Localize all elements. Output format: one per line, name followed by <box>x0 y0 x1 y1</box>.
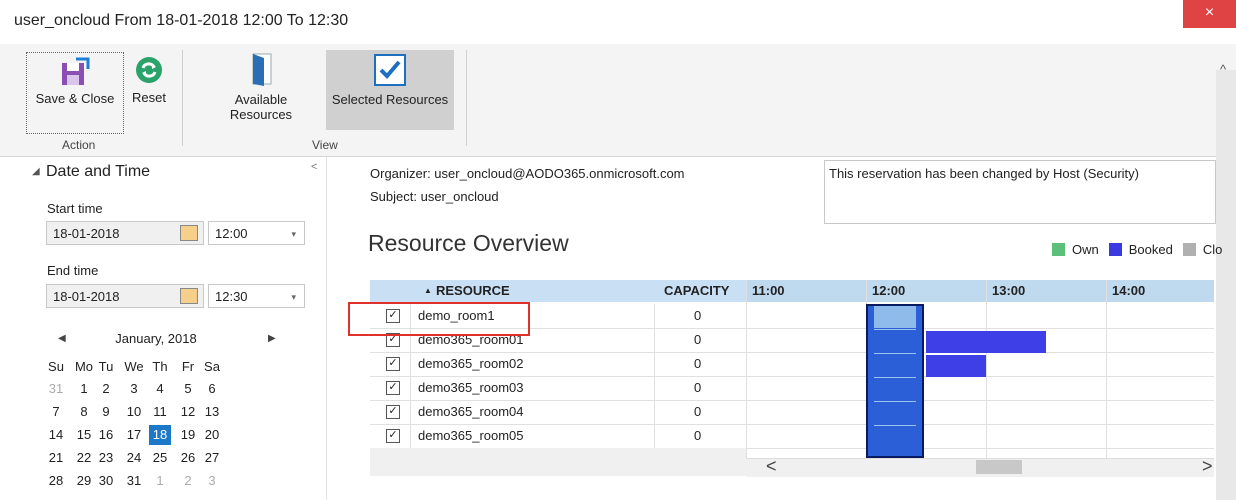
resource-name: demo365_room03 <box>418 380 524 395</box>
booked-bar <box>926 355 986 377</box>
column-divider <box>1106 280 1107 458</box>
scroll-left-button[interactable]: < <box>766 456 777 477</box>
resource-capacity: 0 <box>694 404 702 419</box>
slot-divider <box>874 401 916 402</box>
row-checkbox[interactable]: ✓ <box>386 405 400 419</box>
column-divider <box>654 304 655 448</box>
row-checkbox[interactable]: ✓ <box>386 357 400 371</box>
column-divider <box>866 280 867 304</box>
resource-name: demo365_room05 <box>418 428 524 443</box>
resource-name: demo365_room04 <box>418 404 524 419</box>
resource-capacity: 0 <box>694 356 702 371</box>
resource-capacity: 0 <box>694 428 702 443</box>
slot-divider <box>874 353 916 354</box>
column-divider <box>986 280 987 458</box>
row-checkbox[interactable]: ✓ <box>386 381 400 395</box>
resource-capacity: 0 <box>694 332 702 347</box>
selected-time-slot-highlight <box>874 306 916 328</box>
scroll-right-button[interactable]: > <box>1202 456 1213 477</box>
slot-lines <box>0 0 916 426</box>
highlight-box <box>348 302 530 336</box>
row-checkbox[interactable]: ✓ <box>386 429 400 443</box>
slot-divider <box>874 329 916 330</box>
scroll-thumb[interactable] <box>976 460 1022 474</box>
booked-bar <box>926 331 1046 353</box>
resource-capacity: 0 <box>694 308 702 323</box>
slot-divider <box>874 425 916 426</box>
grid-rows: ✓ demo_room1 0 ✓ demo365_room01 0 ✓ demo365_roo… <box>0 0 1236 500</box>
column-divider <box>746 280 747 458</box>
resource-name: demo365_room02 <box>418 356 524 371</box>
resource-capacity: 0 <box>694 380 702 395</box>
slot-divider <box>874 377 916 378</box>
grid-footer <box>370 448 746 476</box>
